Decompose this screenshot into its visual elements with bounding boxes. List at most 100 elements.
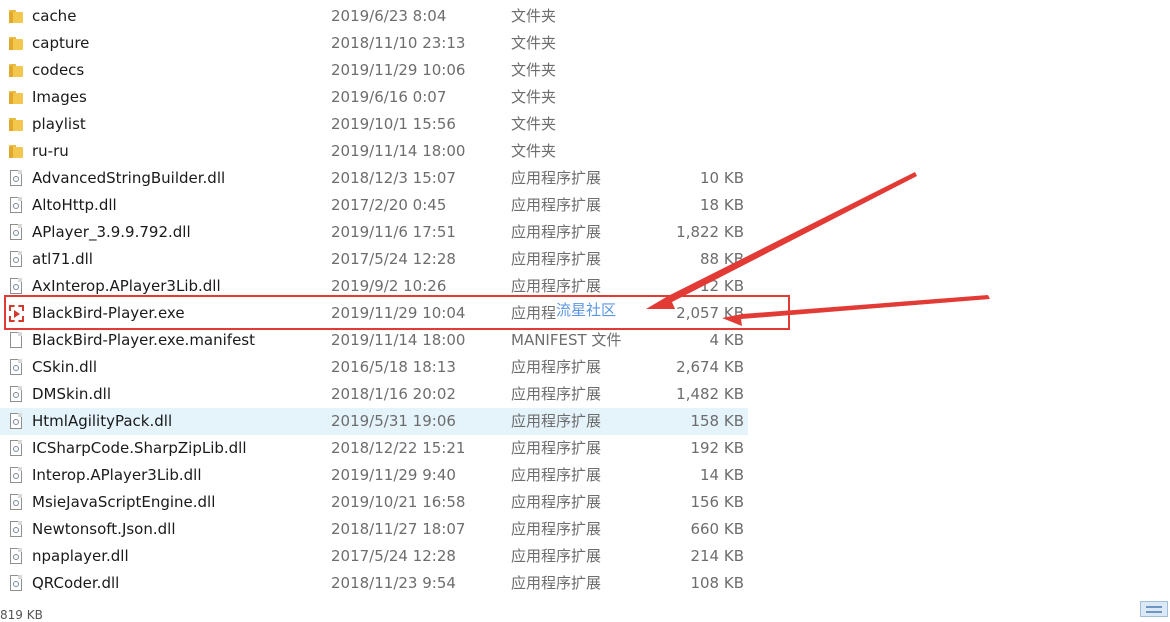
file-size: 18 KB: [700, 196, 744, 214]
folder-icon: [8, 142, 24, 161]
dll-file-icon: [8, 277, 24, 296]
file-date: 2018/11/27 18:07: [331, 520, 466, 538]
file-date: 2019/11/14 18:00: [331, 331, 466, 349]
file-date: 2019/11/14 18:00: [331, 142, 466, 160]
file-date: 2018/12/22 15:21: [331, 439, 466, 457]
file-type: 应用程序扩展: [511, 412, 602, 430]
file-date: 2018/12/3 15:07: [331, 169, 456, 187]
file-date: 2016/5/18 18:13: [331, 358, 456, 376]
watermark-text: 流星社区: [556, 301, 617, 319]
file-date: 2017/5/24 12:28: [331, 547, 456, 565]
file-size: 88 KB: [700, 250, 744, 268]
file-size: 2,674 KB: [676, 358, 744, 376]
file-type: 应用程序扩展: [511, 358, 602, 376]
file-type: 应用程序扩展: [511, 223, 602, 241]
annotation-highlight-box: [4, 295, 790, 330]
file-date: 2019/6/16 0:07: [331, 88, 447, 106]
file-name: AltoHttp.dll: [32, 196, 117, 214]
dll-file-icon: [8, 520, 24, 539]
list-item[interactable]: CSkin.dll 2016/5/18 18:13 应用程序扩展 2,674 K…: [0, 354, 1170, 381]
folder-icon: [8, 7, 24, 26]
file-date: 2018/11/23 9:54: [331, 574, 456, 592]
file-type: 应用程序扩展: [511, 493, 602, 511]
list-item[interactable]: Images 2019/6/16 0:07 文件夹: [0, 84, 1170, 111]
file-type: 应用程序扩展: [511, 574, 602, 592]
dll-file-icon: [8, 385, 24, 404]
list-item-hovered[interactable]: HtmlAgilityPack.dll 2019/5/31 19:06 应用程序…: [0, 408, 748, 435]
file-name: AdvancedStringBuilder.dll: [32, 169, 226, 187]
folder-icon: [8, 61, 24, 80]
file-size: 14 KB: [700, 466, 744, 484]
file-name: ICSharpCode.SharpZipLib.dll: [32, 439, 247, 457]
file-type: 应用程序扩展: [511, 385, 602, 403]
dll-file-icon: [8, 358, 24, 377]
file-name: CSkin.dll: [32, 358, 97, 376]
dll-file-icon: [8, 169, 24, 188]
list-item[interactable]: MsieJavaScriptEngine.dll 2019/10/21 16:5…: [0, 489, 1170, 516]
file-date: 2019/10/1 15:56: [331, 115, 456, 133]
file-type: 应用程序扩展: [511, 169, 602, 187]
file-name: capture: [32, 34, 90, 52]
list-item[interactable]: Newtonsoft.Json.dll 2018/11/27 18:07 应用程…: [0, 516, 1170, 543]
file-size: 1,822 KB: [676, 223, 744, 241]
list-item[interactable]: Interop.APlayer3Lib.dll 2019/11/29 9:40 …: [0, 462, 1170, 489]
file-date: 2017/5/24 12:28: [331, 250, 456, 268]
list-item[interactable]: QRCoder.dll 2018/11/23 9:54 应用程序扩展 108 K…: [0, 570, 1170, 597]
file-name: ru-ru: [32, 142, 69, 160]
file-name: playlist: [32, 115, 86, 133]
dll-file-icon: [8, 412, 24, 431]
file-type: 应用程序扩展: [511, 520, 602, 538]
list-item[interactable]: ru-ru 2019/11/14 18:00 文件夹: [0, 138, 1170, 165]
file-name: atl71.dll: [32, 250, 93, 268]
list-item[interactable]: APlayer_3.9.9.792.dll 2019/11/6 17:51 应用…: [0, 219, 1170, 246]
file-date: 2019/11/29 9:40: [331, 466, 456, 484]
file-date: 2019/11/6 17:51: [331, 223, 456, 241]
file-name: codecs: [32, 61, 85, 79]
file-date: 2019/11/29 10:06: [331, 61, 466, 79]
folder-icon: [8, 88, 24, 107]
file-type: 文件夹: [511, 115, 557, 133]
file-date: 2019/6/23 8:04: [331, 7, 447, 25]
list-item[interactable]: atl71.dll 2017/5/24 12:28 应用程序扩展 88 KB: [0, 246, 1170, 273]
list-item[interactable]: npaplayer.dll 2017/5/24 12:28 应用程序扩展 214…: [0, 543, 1170, 570]
list-item[interactable]: codecs 2019/11/29 10:06 文件夹: [0, 57, 1170, 84]
file-size: 1,482 KB: [676, 385, 744, 403]
file-type: 文件夹: [511, 88, 557, 106]
file-size: 156 KB: [690, 493, 744, 511]
file-type: 文件夹: [511, 34, 557, 52]
file-size: 214 KB: [690, 547, 744, 565]
details-view-icon[interactable]: [1140, 601, 1168, 617]
list-item[interactable]: BlackBird-Player.exe.manifest 2019/11/14…: [0, 327, 1170, 354]
file-size: 108 KB: [690, 574, 744, 592]
dll-file-icon: [8, 250, 24, 269]
file-date: 2018/1/16 20:02: [331, 385, 456, 403]
file-name: DMSkin.dll: [32, 385, 111, 403]
file-name: HtmlAgilityPack.dll: [32, 412, 173, 430]
list-item[interactable]: AdvancedStringBuilder.dll 2018/12/3 15:0…: [0, 165, 1170, 192]
list-item[interactable]: playlist 2019/10/1 15:56 文件夹: [0, 111, 1170, 138]
list-item[interactable]: capture 2018/11/10 23:13 文件夹: [0, 30, 1170, 57]
list-item[interactable]: cache 2019/6/23 8:04 文件夹: [0, 3, 1170, 30]
file-type: 应用程序扩展: [511, 466, 602, 484]
list-item[interactable]: ICSharpCode.SharpZipLib.dll 2018/12/22 1…: [0, 435, 1170, 462]
list-item[interactable]: AltoHttp.dll 2017/2/20 0:45 应用程序扩展 18 KB: [0, 192, 1170, 219]
file-type: 应用程序扩展: [511, 196, 602, 214]
dll-file-icon: [8, 223, 24, 242]
file-type: 文件夹: [511, 7, 557, 25]
file-size: 660 KB: [690, 520, 744, 538]
file-name: Newtonsoft.Json.dll: [32, 520, 176, 538]
file-date: 2018/11/10 23:13: [331, 34, 466, 52]
file-name: QRCoder.dll: [32, 574, 120, 592]
list-item[interactable]: DMSkin.dll 2018/1/16 20:02 应用程序扩展 1,482 …: [0, 381, 1170, 408]
file-type: 应用程序扩展: [511, 439, 602, 457]
dll-file-icon: [8, 547, 24, 566]
file-date: 2019/10/21 16:58: [331, 493, 466, 511]
dll-file-icon: [8, 466, 24, 485]
status-bar-selected-size: 819 KB: [0, 608, 43, 622]
file-size: 10 KB: [700, 169, 744, 187]
file-size: 192 KB: [690, 439, 744, 457]
folder-icon: [8, 34, 24, 53]
dll-file-icon: [8, 439, 24, 458]
file-type: 应用程序扩展: [511, 547, 602, 565]
dll-file-icon: [8, 196, 24, 215]
